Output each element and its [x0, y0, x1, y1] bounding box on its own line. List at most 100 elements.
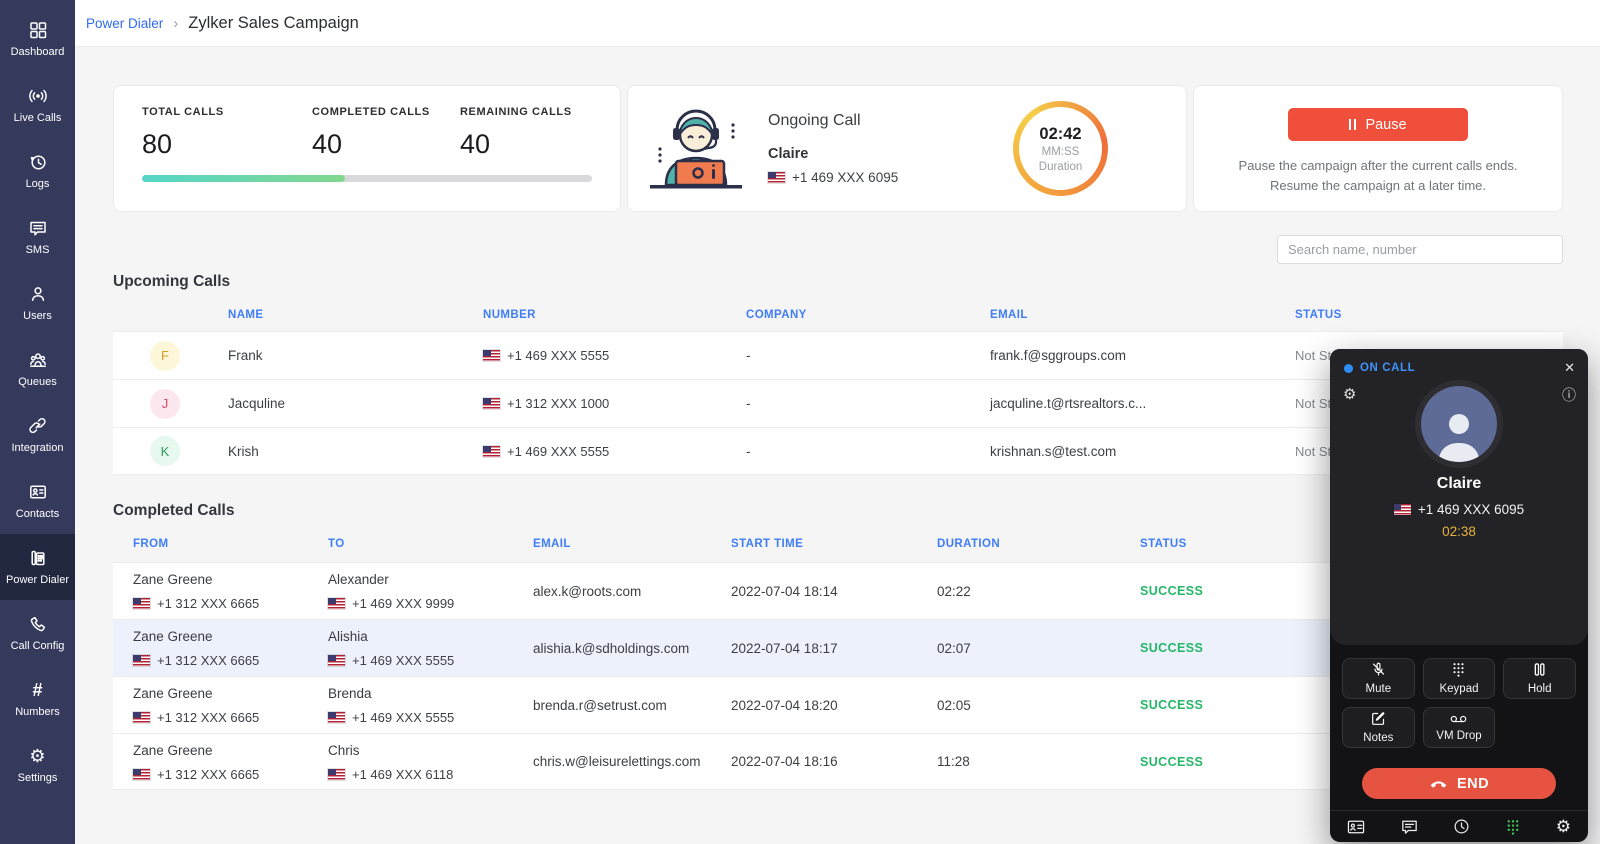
notes-button[interactable]: Notes	[1342, 707, 1415, 748]
call-duration: 02:07	[937, 641, 1140, 656]
contact-card-icon[interactable]	[1347, 819, 1365, 835]
col-header-status: STATUS	[1295, 309, 1563, 321]
from-number: +1 312 XXX 6665	[157, 767, 259, 782]
avatar: K	[150, 436, 180, 466]
contact-email: frank.f@sggroups.com	[990, 348, 1295, 363]
vm-drop-label: VM Drop	[1436, 730, 1481, 742]
col-header-email: EMAIL	[990, 309, 1295, 321]
sidebar-item-label: Live Calls	[14, 112, 62, 124]
gear-icon[interactable]: ⚙	[1343, 385, 1356, 403]
sidebar-item-label: Dashboard	[11, 46, 65, 58]
breadcrumb-parent-link[interactable]: Power Dialer	[86, 16, 163, 31]
to-name: Alishia	[328, 629, 368, 644]
hold-button[interactable]: Hold	[1503, 658, 1576, 699]
keypad-button[interactable]: Keypad	[1423, 658, 1496, 699]
sidebar-item-power-dialer[interactable]: Power Dialer	[0, 534, 75, 600]
mute-mic-icon	[1371, 662, 1386, 680]
campaign-progress-bar	[142, 175, 592, 182]
call-start-time: 2022-07-04 18:16	[731, 754, 937, 769]
to-number: +1 469 XXX 6118	[352, 767, 453, 782]
info-icon[interactable]: ⓘ	[1562, 385, 1576, 405]
search-input[interactable]	[1277, 235, 1563, 264]
contact-number: +1 469 XXX 5555	[507, 444, 609, 459]
remaining-calls-value: 40	[460, 129, 572, 160]
to-name: Chris	[328, 743, 360, 758]
keypad-icon	[1452, 662, 1465, 680]
vm-drop-button[interactable]: VM Drop	[1423, 707, 1496, 748]
ongoing-call-number: +1 469 XXX 6095	[792, 170, 898, 185]
from-name: Zane Greene	[133, 686, 213, 701]
campaign-stats-card: TOTAL CALLS 80 COMPLETED CALLS 40 REMAIN…	[113, 85, 621, 212]
chat-icon[interactable]	[1401, 819, 1418, 835]
keypad-green-icon[interactable]	[1506, 819, 1520, 835]
gear-icon[interactable]: ⚙	[1556, 818, 1571, 835]
ongoing-call-title: Ongoing Call	[768, 112, 898, 130]
clock-history-icon[interactable]	[1453, 818, 1470, 835]
from-name: Zane Greene	[133, 743, 213, 758]
us-flag-icon	[133, 712, 150, 723]
col-header-company: COMPANY	[746, 309, 990, 321]
close-icon[interactable]: ✕	[1564, 360, 1575, 376]
upcoming-calls-header: NAME NUMBER COMPANY EMAIL STATUS	[113, 298, 1563, 331]
contact-company: -	[746, 444, 990, 459]
col-header-to: TO	[328, 538, 533, 550]
col-header-duration: DURATION	[937, 538, 1140, 550]
call-duration: 02:05	[937, 698, 1140, 713]
queues-group-icon	[28, 350, 48, 370]
from-name: Zane Greene	[133, 572, 213, 587]
us-flag-icon	[328, 598, 345, 609]
sidebar-item-settings[interactable]: ⚙ Settings	[0, 732, 75, 798]
call-email: alishia.k@sdholdings.com	[533, 641, 731, 656]
from-number: +1 312 XXX 6665	[157, 710, 259, 725]
live-calls-icon	[28, 86, 48, 106]
sidebar-item-dashboard[interactable]: Dashboard	[0, 6, 75, 72]
topbar: Power Dialer › Zylker Sales Campaign	[75, 0, 1600, 47]
contact-email: krishnan.s@test.com	[990, 444, 1295, 459]
sidebar-item-numbers[interactable]: # Numbers	[0, 666, 75, 732]
us-flag-icon	[483, 350, 500, 361]
sidebar-item-live-calls[interactable]: Live Calls	[0, 72, 75, 138]
col-header-email: EMAIL	[533, 538, 731, 550]
campaign-progress-fill	[142, 175, 345, 182]
call-widget: ON CALL ✕ ⚙ ⓘ Claire +1 469 XXX 6095 02:…	[1330, 349, 1588, 842]
completed-calls-value: 40	[312, 129, 460, 160]
call-duration-caption: Duration	[1039, 161, 1082, 173]
pause-button[interactable]: Pause	[1288, 108, 1468, 141]
hash-icon: #	[28, 680, 48, 700]
us-flag-icon	[328, 712, 345, 723]
end-call-label: END	[1457, 776, 1489, 792]
gear-icon: ⚙	[28, 746, 48, 766]
end-call-button[interactable]: END	[1362, 768, 1556, 799]
sidebar-item-logs[interactable]: Logs	[0, 138, 75, 204]
mute-button[interactable]: Mute	[1342, 658, 1415, 699]
contact-number: +1 469 XXX 5555	[507, 348, 609, 363]
sidebar-item-queues[interactable]: Queues	[0, 336, 75, 402]
avatar: F	[150, 341, 180, 371]
sidebar-item-contacts[interactable]: Contacts	[0, 468, 75, 534]
to-number: +1 469 XXX 5555	[352, 710, 454, 725]
col-header-from: FROM	[133, 538, 328, 550]
sidebar-item-users[interactable]: Users	[0, 270, 75, 336]
dashboard-icon	[28, 20, 48, 40]
hold-icon	[1533, 662, 1546, 680]
to-number: +1 469 XXX 9999	[352, 596, 454, 611]
us-flag-icon	[328, 655, 345, 666]
sidebar-item-sms[interactable]: SMS	[0, 204, 75, 270]
call-email: brenda.r@setrust.com	[533, 698, 731, 713]
sidebar-item-call-config[interactable]: Call Config	[0, 600, 75, 666]
us-flag-icon	[133, 769, 150, 780]
on-call-dot-icon	[1344, 364, 1353, 373]
call-start-time: 2022-07-04 18:20	[731, 698, 937, 713]
avatar-initial: K	[161, 444, 170, 459]
us-flag-icon	[483, 446, 500, 457]
sidebar-item-label: Contacts	[16, 508, 59, 520]
contacts-card-icon	[28, 482, 48, 502]
call-duration-value: 02:42	[1039, 125, 1081, 144]
notes-label: Notes	[1363, 732, 1393, 744]
sidebar-item-label: Logs	[26, 178, 50, 190]
ongoing-call-card: Ongoing Call Claire +1 469 XXX 6095 02:4…	[627, 85, 1187, 212]
caller-name: Claire	[1330, 475, 1588, 493]
avatar: J	[150, 389, 180, 419]
us-flag-icon	[768, 172, 785, 183]
sidebar-item-integration[interactable]: Integration	[0, 402, 75, 468]
